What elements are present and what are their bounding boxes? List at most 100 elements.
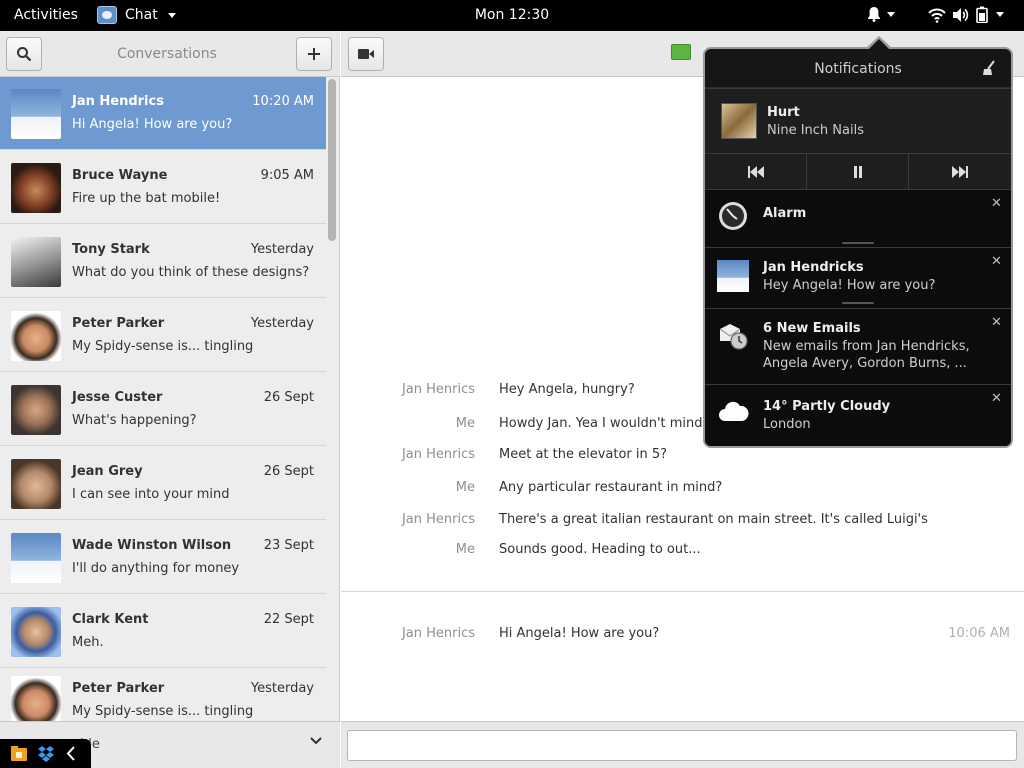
message-entry-bar bbox=[341, 721, 1024, 768]
notifications-popover: Notifications Hurt Nine Inch Nails Alarm… bbox=[703, 47, 1013, 448]
close-icon[interactable]: ✕ bbox=[991, 315, 1002, 330]
chevron-down-icon bbox=[887, 11, 895, 17]
avatar bbox=[11, 163, 61, 213]
message-text: Howdy Jan. Yea I wouldn't mind bbox=[499, 416, 703, 431]
message-input[interactable] bbox=[347, 730, 1017, 761]
activities-button[interactable]: Activities bbox=[14, 7, 78, 23]
popover-arrow-fill bbox=[868, 39, 890, 50]
mail-icon bbox=[719, 324, 748, 350]
conversation-row[interactable]: Wade Winston Wilson 23 Sept I'll do anyt… bbox=[0, 521, 326, 594]
clear-notifications-icon[interactable] bbox=[981, 60, 997, 76]
chevron-down-icon bbox=[996, 12, 1004, 17]
conversation-row[interactable]: Jan Hendrics 10:20 AM Hi Angela! How are… bbox=[0, 77, 326, 150]
chat-message: Jan Henrics There's a great italian rest… bbox=[341, 512, 1024, 534]
chat-message: Jan Henrics Meet at the elevator in 5? bbox=[341, 447, 1024, 469]
skip-forward-icon bbox=[952, 166, 968, 178]
message-time: Yesterday bbox=[250, 316, 314, 331]
app-menu-label: Chat bbox=[125, 7, 158, 23]
avatar bbox=[11, 311, 61, 361]
add-conversation-button[interactable] bbox=[296, 37, 332, 71]
conversation-row[interactable]: Tony Stark Yesterday What do you think o… bbox=[0, 225, 326, 298]
skip-back-icon bbox=[747, 166, 764, 178]
notification-message[interactable]: Jan Hendricks Hey Angela! How are you? ✕ bbox=[705, 247, 1011, 308]
message-time: 9:05 AM bbox=[260, 168, 314, 183]
pause-icon bbox=[853, 166, 862, 178]
message-text: There's a great italian restaurant on ma… bbox=[499, 512, 928, 527]
next-track-button[interactable] bbox=[909, 154, 1011, 190]
launcher-tray bbox=[0, 739, 91, 768]
notification-body-line: Angela Avery, Gordon Burns, ... bbox=[763, 356, 967, 371]
track-title: Hurt bbox=[767, 105, 800, 120]
system-menu[interactable] bbox=[928, 6, 1004, 23]
dropbox-icon[interactable] bbox=[37, 745, 55, 762]
track-artist: Nine Inch Nails bbox=[767, 123, 864, 138]
notification-title: Alarm bbox=[763, 206, 807, 221]
message-time: 10:20 AM bbox=[252, 94, 314, 109]
close-icon[interactable]: ✕ bbox=[991, 196, 1002, 211]
home-folder-icon[interactable] bbox=[10, 745, 28, 762]
app-menu[interactable]: Chat bbox=[97, 6, 176, 24]
battery-icon bbox=[976, 6, 988, 23]
chat-message: Me Sounds good. Heading to out... bbox=[341, 542, 1024, 564]
conversation-row[interactable]: Peter Parker Yesterday My Spidy-sense is… bbox=[0, 669, 326, 722]
music-player[interactable]: Hurt Nine Inch Nails bbox=[705, 88, 1011, 153]
notification-weather[interactable]: 14° Partly Cloudy London ✕ bbox=[705, 384, 1011, 446]
conversations-title: Conversations bbox=[117, 46, 217, 62]
contact-name: Wade Winston Wilson bbox=[72, 538, 232, 553]
top-bar: Activities Chat Mon 12:30 bbox=[0, 0, 1024, 31]
conversation-list-scrollbar[interactable] bbox=[328, 79, 336, 241]
previous-track-button[interactable] bbox=[705, 154, 807, 190]
album-art bbox=[721, 103, 757, 139]
chevron-down-icon bbox=[167, 12, 176, 18]
message-sender: Jan Henrics bbox=[401, 382, 475, 397]
music-controls bbox=[705, 153, 1011, 190]
message-preview: What's happening? bbox=[72, 413, 197, 428]
conversation-row[interactable]: Bruce Wayne 9:05 AM Fire up the bat mobi… bbox=[0, 151, 326, 224]
chevron-down-icon[interactable] bbox=[309, 736, 323, 746]
message-sender: Me bbox=[455, 542, 475, 557]
contact-name: Peter Parker bbox=[72, 316, 165, 331]
message-time: 22 Sept bbox=[263, 612, 314, 627]
avatar bbox=[11, 533, 61, 583]
message-preview: My Spidy-sense is... tingling bbox=[72, 339, 254, 354]
close-icon[interactable]: ✕ bbox=[991, 254, 1002, 269]
message-preview: Hi Angela! How are you? bbox=[72, 117, 233, 132]
pause-button[interactable] bbox=[807, 154, 909, 190]
volume-icon bbox=[953, 7, 969, 22]
conversations-pane: Conversations Jan Hendrics 10:20 AM Hi A… bbox=[0, 31, 340, 768]
message-preview: I'll do anything for money bbox=[72, 561, 240, 576]
conversation-row[interactable]: Jean Grey 26 Sept I can see into your mi… bbox=[0, 447, 326, 520]
message-preview: Fire up the bat mobile! bbox=[72, 191, 221, 206]
expander-handle[interactable] bbox=[842, 242, 874, 244]
message-text: Any particular restaurant in mind? bbox=[499, 480, 723, 495]
contact-name: Jesse Custer bbox=[72, 390, 163, 405]
contact-name: Jan Hendrics bbox=[72, 94, 164, 109]
message-sender: Jan Henrics bbox=[401, 626, 475, 641]
message-time: 23 Sept bbox=[263, 538, 314, 553]
message-preview: I can see into your mind bbox=[72, 487, 230, 502]
notification-email[interactable]: 6 New Emails New emails from Jan Hendric… bbox=[705, 308, 1011, 384]
message-sender: Me bbox=[455, 416, 475, 431]
clock[interactable]: Mon 12:30 bbox=[475, 7, 549, 23]
search-button[interactable] bbox=[6, 37, 42, 71]
conversation-row[interactable]: Peter Parker Yesterday My Spidy-sense is… bbox=[0, 299, 326, 372]
notifications-button[interactable] bbox=[867, 6, 895, 22]
notification-alarm[interactable]: Alarm ✕ bbox=[705, 189, 1011, 247]
notification-title: 6 New Emails bbox=[763, 321, 861, 336]
conversation-list: Jan Hendrics 10:20 AM Hi Angela! How are… bbox=[0, 77, 326, 722]
video-call-button[interactable] bbox=[348, 37, 384, 71]
close-icon[interactable]: ✕ bbox=[991, 391, 1002, 406]
avatar bbox=[11, 385, 61, 435]
presence-icon bbox=[671, 44, 691, 60]
message-text: Meet at the elevator in 5? bbox=[499, 447, 668, 462]
message-preview: Meh. bbox=[72, 635, 104, 650]
cloud-icon bbox=[719, 401, 749, 421]
expander-handle[interactable] bbox=[842, 302, 874, 304]
notification-body: Hey Angela! How are you? bbox=[763, 278, 936, 293]
conversation-row[interactable]: Jesse Custer 26 Sept What's happening? bbox=[0, 373, 326, 446]
message-sender: Me bbox=[455, 480, 475, 495]
chat-message: Jan Henrics Hi Angela! How are you? 10:0… bbox=[341, 626, 1024, 648]
chevron-left-icon[interactable] bbox=[64, 745, 78, 762]
contact-name: Peter Parker bbox=[72, 681, 165, 696]
conversation-row[interactable]: Clark Kent 22 Sept Meh. bbox=[0, 595, 326, 668]
